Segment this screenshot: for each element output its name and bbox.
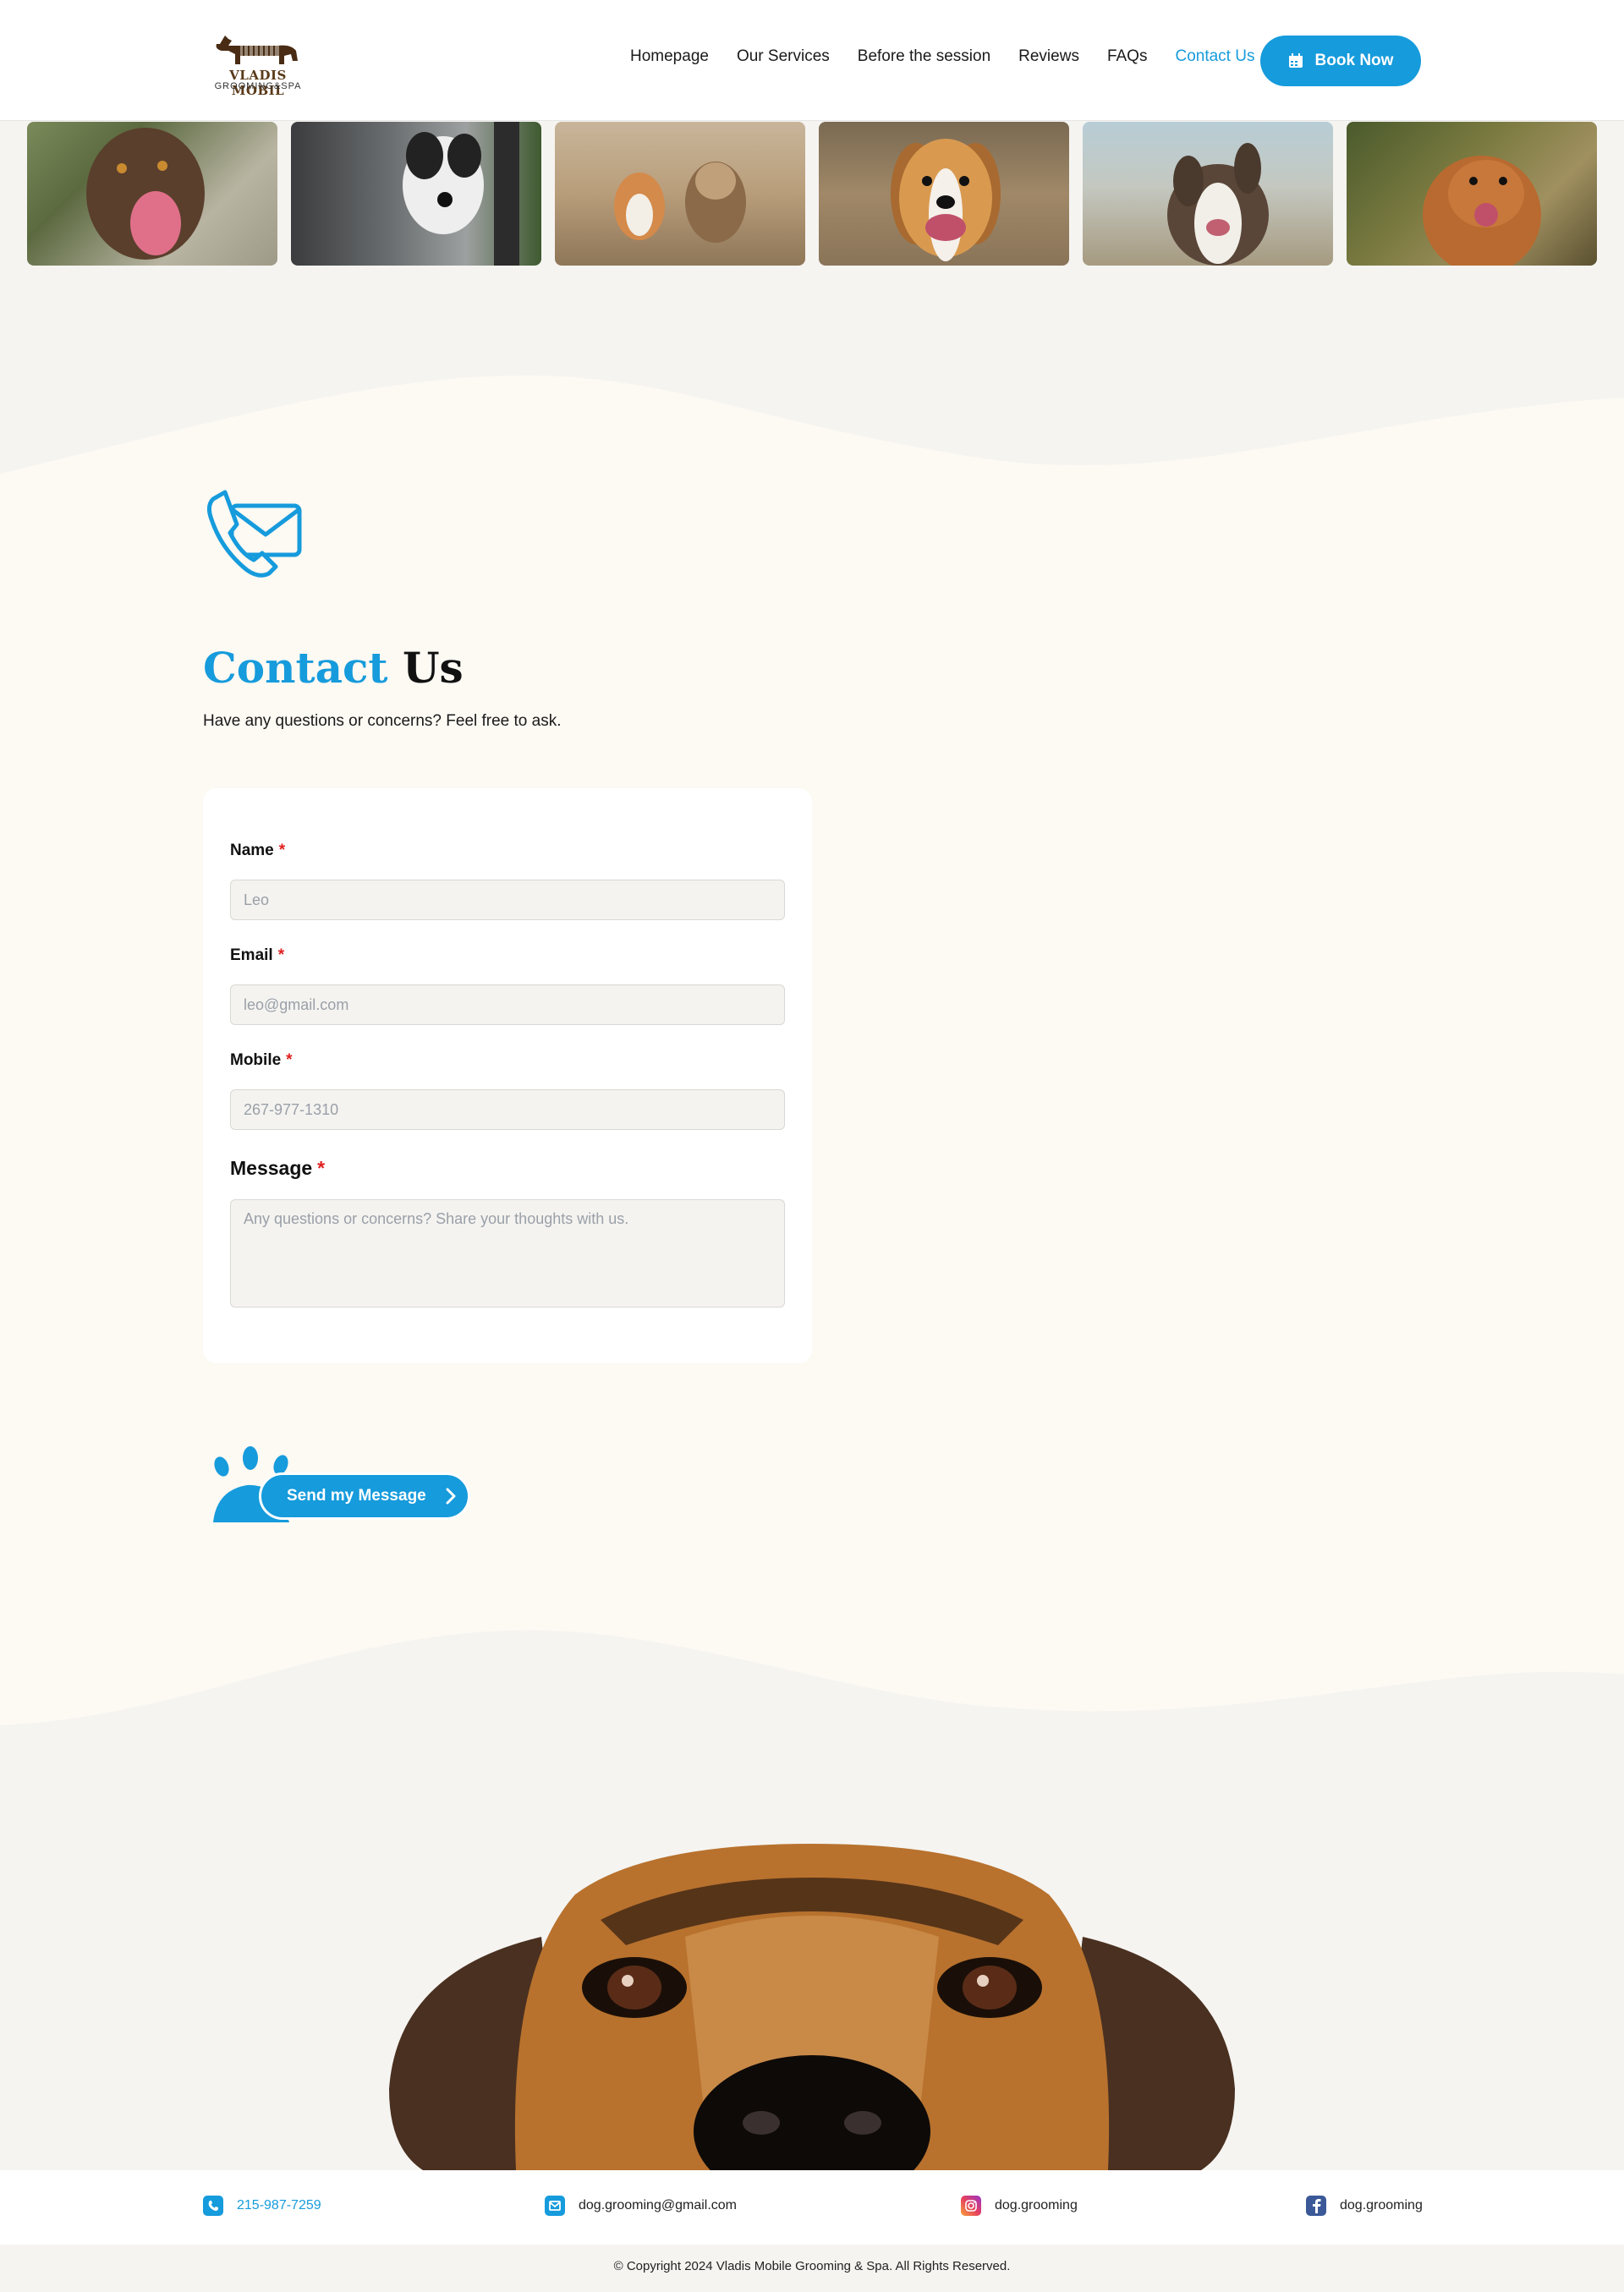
logo-subtitle: GROOMING&SPA (214, 81, 302, 91)
nav-before-the-session[interactable]: Before the session (858, 47, 990, 66)
mobile-label-text: Mobile (230, 1051, 282, 1069)
email-label-text: Email (230, 946, 273, 964)
footer-email-text: dog.grooming@gmail.com (579, 2198, 737, 2212)
nav-our-services[interactable]: Our Services (737, 47, 830, 66)
required-marker: * (277, 946, 285, 964)
instagram-icon (961, 2196, 981, 2216)
mail-icon (545, 2196, 565, 2216)
gallery-photo (555, 122, 805, 266)
email-input[interactable] (230, 984, 785, 1025)
gallery-photo (1347, 122, 1597, 266)
footer-facebook[interactable]: dog.grooming (1306, 2196, 1423, 2216)
site-header: VLADIS MOBIL GROOMING&SPA Homepage Our S… (0, 0, 1624, 121)
mobile-label: Mobile * (230, 1051, 293, 1070)
footer-contact-bar: 215-987-7259 dog.grooming@gmail.com dog.… (0, 2170, 1624, 2245)
calendar-icon (1288, 53, 1303, 68)
book-now-button[interactable]: Book Now (1260, 36, 1421, 86)
footer-facebook-text: dog.grooming (1340, 2198, 1423, 2212)
gallery-photo (27, 122, 277, 266)
page-subtitle: Have any questions or concerns? Feel fre… (203, 712, 562, 730)
name-label-text: Name (230, 842, 274, 859)
footer-email[interactable]: dog.grooming@gmail.com (545, 2196, 737, 2216)
dachshund-logo-icon (216, 36, 298, 64)
contact-form: Name* Email* Mobile* Message* (203, 788, 812, 1363)
message-label: Message * (230, 1157, 325, 1180)
footer-instagram-text: dog.grooming (995, 2198, 1078, 2212)
send-message-button[interactable]: Send my Message (259, 1472, 470, 1520)
facebook-icon (1306, 2196, 1326, 2216)
gallery-photo (819, 122, 1069, 266)
page-title-rest: Us (402, 643, 464, 693)
nav-reviews[interactable]: Reviews (1018, 47, 1079, 66)
copyright-text: © Copyright 2024 Vladis Mobile Grooming … (0, 2245, 1624, 2292)
required-marker: * (278, 842, 286, 859)
nav-contact-us[interactable]: Contact Us (1175, 47, 1254, 66)
site-logo[interactable]: VLADIS MOBIL GROOMING&SPA (203, 29, 313, 98)
phone-envelope-icon (206, 490, 302, 578)
page-title-highlight: Contact (203, 643, 388, 693)
required-marker: * (317, 1157, 326, 1179)
send-message-label: Send my Message (287, 1487, 426, 1505)
book-now-label: Book Now (1314, 52, 1394, 69)
email-label: Email * (230, 946, 284, 965)
message-textarea[interactable] (230, 1199, 785, 1308)
chevron-right-icon (446, 1488, 456, 1505)
footer-phone-text: 215-987-7259 (237, 2198, 321, 2212)
nav-homepage[interactable]: Homepage (630, 47, 709, 66)
name-label: Name * (230, 842, 285, 860)
page-title: Contact Us (203, 643, 464, 693)
name-input[interactable] (230, 880, 785, 920)
phone-icon (203, 2196, 223, 2216)
gallery-photo (291, 122, 541, 266)
nav-faqs[interactable]: FAQs (1107, 47, 1148, 66)
main-nav: Homepage Our Services Before the session… (630, 47, 1254, 66)
footer-instagram[interactable]: dog.grooming (961, 2196, 1078, 2216)
footer-phone[interactable]: 215-987-7259 (203, 2196, 321, 2216)
gallery-photo (1083, 122, 1333, 266)
dog-photo-gallery (27, 122, 1597, 266)
mobile-input[interactable] (230, 1089, 785, 1130)
required-marker: * (286, 1051, 293, 1069)
message-label-text: Message (230, 1157, 313, 1179)
peeking-dog-image (389, 1844, 1235, 2170)
